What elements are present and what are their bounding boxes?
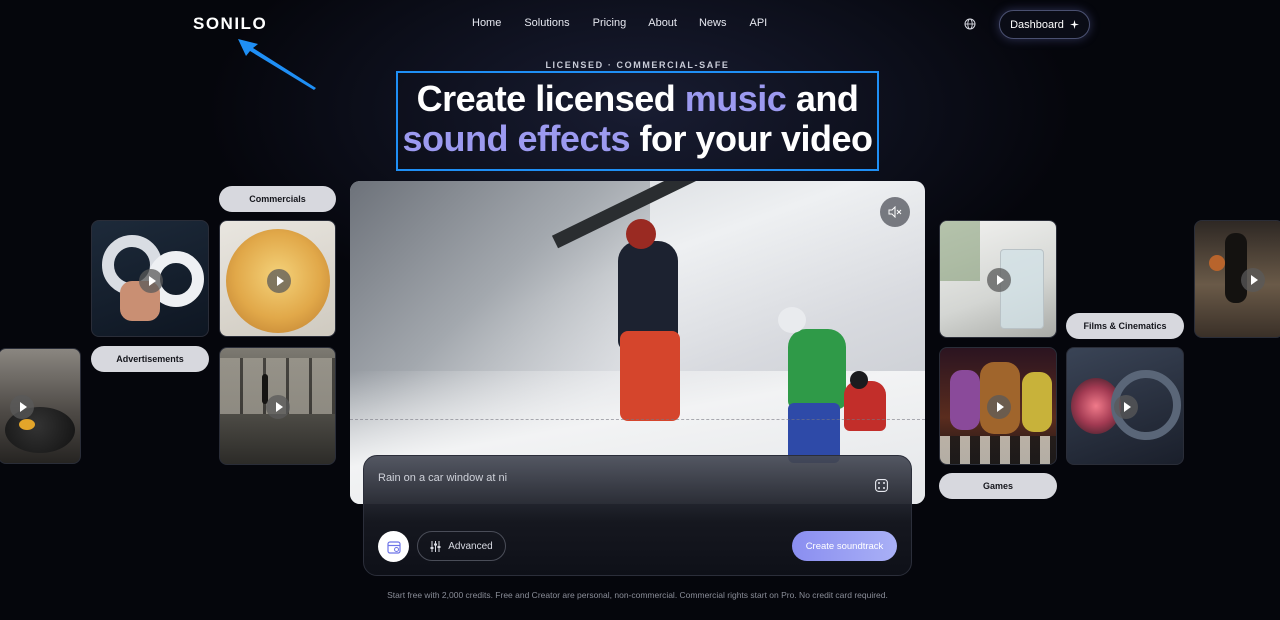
hero-eyebrow: LICENSED · COMMERCIAL-SAFE — [545, 60, 730, 70]
thumb-freddy-game[interactable] — [939, 347, 1057, 465]
speaker-muted-icon — [888, 206, 902, 218]
main-nav: Home Solutions Pricing About News API — [472, 17, 767, 29]
nav-news[interactable]: News — [699, 17, 727, 29]
play-icon — [266, 395, 290, 419]
hero-headline: Create licensed music and sound effects … — [396, 79, 879, 159]
footnote: Start free with 2,000 credits. Free and … — [387, 590, 888, 600]
thumb-ice-glass[interactable] — [939, 220, 1057, 338]
headline-highlight-music: music — [684, 78, 787, 119]
thumb-airport[interactable] — [219, 347, 336, 465]
upload-video-button[interactable] — [378, 531, 409, 562]
calendar-icon — [386, 540, 401, 554]
headline-highlight-sfx: sound effects — [402, 118, 630, 159]
prompt-input[interactable] — [378, 468, 858, 488]
category-games[interactable]: Games — [939, 473, 1057, 499]
play-icon — [10, 395, 34, 419]
sliders-icon — [430, 540, 441, 552]
category-films-cinematics[interactable]: Films & Cinematics — [1066, 313, 1184, 339]
play-icon — [1241, 268, 1265, 292]
sparkle-icon — [1069, 20, 1079, 29]
advanced-label: Advanced — [448, 540, 493, 552]
mute-toggle[interactable] — [880, 197, 910, 227]
play-icon — [1114, 395, 1138, 419]
nav-pricing[interactable]: Pricing — [593, 17, 627, 29]
dashboard-label: Dashboard — [1010, 18, 1064, 31]
dice-icon[interactable] — [875, 479, 888, 492]
play-icon — [267, 269, 291, 293]
headline-text-3: for your video — [630, 118, 874, 159]
play-icon — [987, 395, 1011, 419]
nav-home[interactable]: Home — [472, 17, 501, 29]
nav-solutions[interactable]: Solutions — [524, 17, 569, 29]
thumb-pizza[interactable] — [219, 220, 336, 337]
play-icon — [139, 269, 163, 293]
dashboard-button[interactable]: Dashboard — [999, 10, 1090, 39]
thumb-basketball[interactable] — [1194, 220, 1280, 338]
brand-logo[interactable]: SONILO — [193, 14, 267, 34]
create-soundtrack-button[interactable]: Create soundtrack — [792, 531, 897, 561]
thumb-kitchen[interactable] — [0, 348, 81, 464]
globe-icon[interactable] — [964, 18, 976, 30]
headline-text-1: Create licensed — [416, 78, 685, 119]
nav-about[interactable]: About — [648, 17, 677, 29]
advanced-button[interactable]: Advanced — [417, 531, 506, 561]
nav-api[interactable]: API — [750, 17, 768, 29]
play-icon — [987, 268, 1011, 292]
headline-text-2: and — [786, 78, 859, 119]
category-advertisements[interactable]: Advertisements — [91, 346, 209, 372]
thumb-turbine[interactable] — [1066, 347, 1184, 465]
category-commercials[interactable]: Commercials — [219, 186, 336, 212]
thumb-headphones[interactable] — [91, 220, 209, 337]
